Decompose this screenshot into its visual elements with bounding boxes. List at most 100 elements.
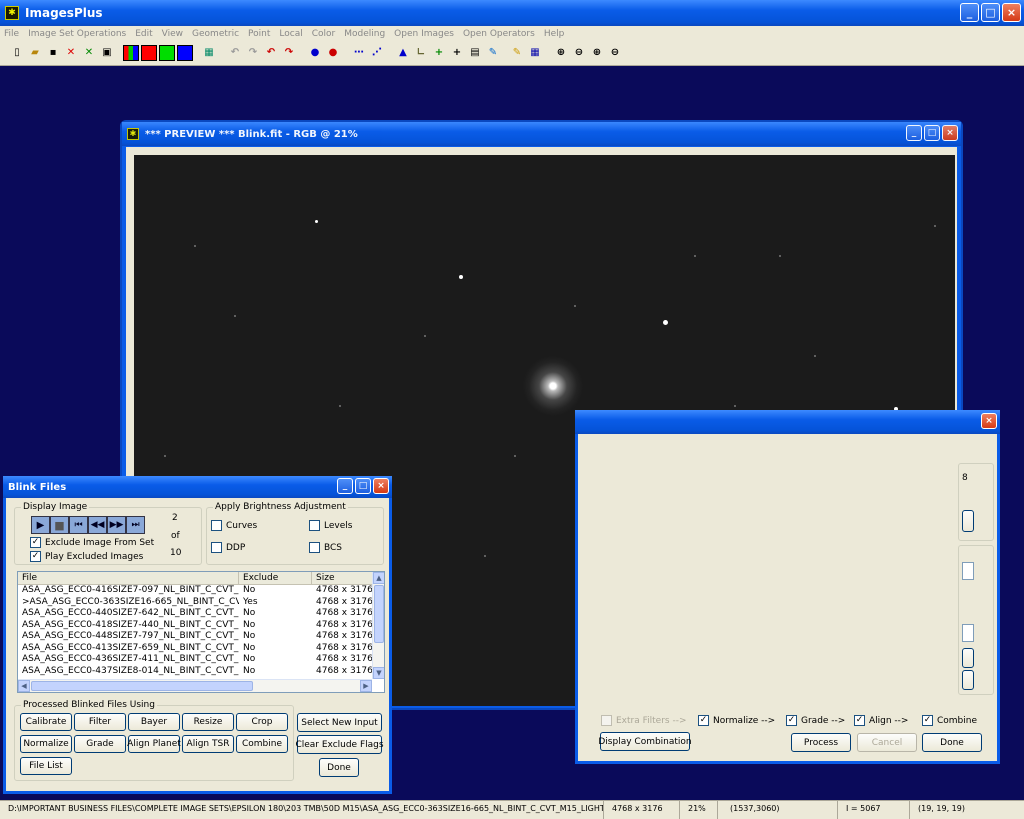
play-excluded-checkbox[interactable]: ✓ Play Excluded Images [30, 551, 143, 562]
blink-minimize-icon[interactable]: _ [337, 478, 353, 494]
combine-partial-button-2[interactable] [962, 648, 974, 668]
window-icon[interactable]: ▣ [99, 45, 115, 61]
next-icon[interactable]: ▶▶ [107, 516, 126, 534]
menu-item-help[interactable]: Help [544, 29, 565, 39]
zoom-in-icon[interactable]: ⊕ [553, 45, 569, 61]
combine-partial-field[interactable] [962, 562, 974, 580]
parameters-icon[interactable]: ⋰ [369, 45, 385, 61]
display-combination-button[interactable]: Display Combination [598, 732, 692, 751]
previous-icon[interactable]: ◀◀ [88, 516, 107, 534]
histogram-icon[interactable]: ▲ [395, 45, 411, 61]
extra-filters-checkbox[interactable]: Extra Filters --> [601, 715, 687, 726]
bayer-button[interactable]: Bayer [128, 713, 180, 731]
close-green-icon[interactable]: ✕ [81, 45, 97, 61]
scroll-right-icon[interactable]: ▶ [360, 680, 372, 692]
column-exclude[interactable]: Exclude [239, 572, 312, 584]
combine-checkbox[interactable]: ✓ Combine [922, 715, 977, 726]
zoom-fit-icon[interactable]: ⊕ [589, 45, 605, 61]
app-titlebar[interactable]: ✱ ImagesPlus _ □ × [0, 0, 1024, 26]
preview-maximize-icon[interactable]: □ [924, 125, 940, 141]
file-list-vscroll[interactable]: ▲ ▼ [372, 572, 384, 679]
rgb-channels-icon[interactable] [123, 45, 139, 61]
file-list-button[interactable]: File List [20, 757, 72, 775]
curves-checkbox[interactable]: Curves [211, 520, 257, 531]
curve-icon[interactable]: ∟ [413, 45, 429, 61]
vscroll-thumb[interactable] [374, 585, 384, 643]
redo-icon[interactable]: ↷ [245, 45, 261, 61]
calculator-icon[interactable]: ▤ [467, 45, 483, 61]
menu-item-modeling[interactable]: Modeling [344, 29, 385, 39]
hscroll-thumb[interactable] [31, 681, 253, 691]
crosshair-green-icon[interactable]: + [431, 45, 447, 61]
blink-done-button[interactable]: Done [319, 758, 359, 777]
resize-button[interactable]: Resize [182, 713, 234, 731]
clear-exclude-flags-button[interactable]: Clear Exclude Flags [295, 735, 384, 754]
table-row[interactable]: ASA_ASG_ECC0-448SIZE7-797_NL_BINT_C_CVT_… [18, 631, 372, 643]
grid-icon[interactable]: ▦ [201, 45, 217, 61]
column-file[interactable]: File [18, 572, 239, 584]
preview-minimize-icon[interactable]: _ [906, 125, 922, 141]
color-picker-icon[interactable]: ✎ [485, 45, 501, 61]
table-row[interactable]: ASA_ASG_ECC0-440SIZE7-642_NL_BINT_C_CVT_… [18, 608, 372, 620]
combine-close-icon[interactable]: × [981, 413, 997, 429]
new-file-icon[interactable]: ▯ [9, 45, 25, 61]
undo-icon[interactable]: ↶ [227, 45, 243, 61]
mask-blue-icon[interactable]: ● [307, 45, 323, 61]
table-row[interactable]: ASA_ASG_ECC0-418SIZE7-440_NL_BINT_C_CVT_… [18, 620, 372, 632]
close-red-icon[interactable]: ✕ [63, 45, 79, 61]
menu-item-local[interactable]: Local [279, 29, 302, 39]
menu-item-image-set-operations[interactable]: Image Set Operations [28, 29, 126, 39]
table-row[interactable]: ASA_ASG_ECC0-413SIZE7-659_NL_BINT_C_CVT_… [18, 643, 372, 655]
file-list[interactable]: File Exclude Size ASA_ASG_ECC0-416SIZE7-… [17, 571, 385, 693]
combine-partial-button-3[interactable] [962, 670, 974, 690]
blink-maximize-icon[interactable]: □ [355, 478, 371, 494]
file-list-hscroll[interactable]: ◀ ▶ [18, 679, 372, 692]
cancel-button[interactable]: Cancel [857, 733, 917, 752]
mask-red-icon[interactable]: ● [325, 45, 341, 61]
grade-checkbox[interactable]: ✓ Grade --> [786, 715, 845, 726]
combine-partial-field-2[interactable] [962, 624, 974, 642]
table-row[interactable]: >ASA_ASG_ECC0-363SIZE16-665_NL_BINT_C_CV… [18, 597, 372, 609]
last-icon[interactable]: ⏭ [126, 516, 145, 534]
combine-titlebar[interactable]: × [575, 410, 1000, 434]
preview-close-icon[interactable]: × [942, 125, 958, 141]
calibrate-button[interactable]: Calibrate [20, 713, 72, 731]
redo-all-icon[interactable]: ↷ [281, 45, 297, 61]
menu-item-file[interactable]: File [4, 29, 19, 39]
filter-button[interactable]: Filter [74, 713, 126, 731]
normalize-button[interactable]: Normalize [20, 735, 72, 753]
menu-item-edit[interactable]: Edit [135, 29, 152, 39]
red-channel-icon[interactable] [141, 45, 157, 61]
crop-button[interactable]: Crop [236, 713, 288, 731]
first-icon[interactable]: ⏮ [69, 516, 88, 534]
select-new-input-button[interactable]: Select New Input [297, 713, 382, 732]
play-icon[interactable]: ▶ [31, 516, 50, 534]
scroll-left-icon[interactable]: ◀ [18, 680, 30, 692]
scroll-down-icon[interactable]: ▼ [373, 667, 384, 679]
menu-item-view[interactable]: View [162, 29, 183, 39]
combine-done-button[interactable]: Done [922, 733, 982, 752]
menu-item-geometric[interactable]: Geometric [192, 29, 239, 39]
combine-partial-button[interactable] [962, 510, 974, 532]
zoom-out-icon[interactable]: ⊖ [571, 45, 587, 61]
blink-titlebar[interactable]: Blink Files _ □ × [3, 476, 392, 498]
align-tsr-button[interactable]: Align TSR [182, 735, 234, 753]
ddp-checkbox[interactable]: DDP [211, 542, 245, 553]
scroll-up-icon[interactable]: ▲ [373, 572, 384, 584]
exclude-from-set-checkbox[interactable]: ✓ Exclude Image From Set [30, 537, 154, 548]
column-size[interactable]: Size [312, 572, 372, 584]
table-row[interactable]: ASA_ASG_ECC0-436SIZE7-411_NL_BINT_C_CVT_… [18, 654, 372, 666]
menu-item-color[interactable]: Color [312, 29, 336, 39]
normalize-checkbox[interactable]: ✓ Normalize --> [698, 715, 775, 726]
table-row[interactable]: ASA_ASG_ECC0-416SIZE7-097_NL_BINT_C_CVT_… [18, 585, 372, 597]
table-row[interactable]: ASA_ASG_ECC0-437SIZE8-014_NL_BINT_C_CVT_… [18, 666, 372, 678]
preview-titlebar[interactable]: ✱ *** PREVIEW *** Blink.fit - RGB @ 21% … [122, 122, 961, 146]
process-button[interactable]: Process [791, 733, 851, 752]
pencil-icon[interactable]: ✎ [509, 45, 525, 61]
blue-channel-icon[interactable] [177, 45, 193, 61]
palette-grid-icon[interactable]: ▦ [527, 45, 543, 61]
menu-item-point[interactable]: Point [248, 29, 270, 39]
open-folder-icon[interactable]: ▰ [27, 45, 43, 61]
combine-button[interactable]: Combine [236, 735, 288, 753]
grade-button[interactable]: Grade [74, 735, 126, 753]
